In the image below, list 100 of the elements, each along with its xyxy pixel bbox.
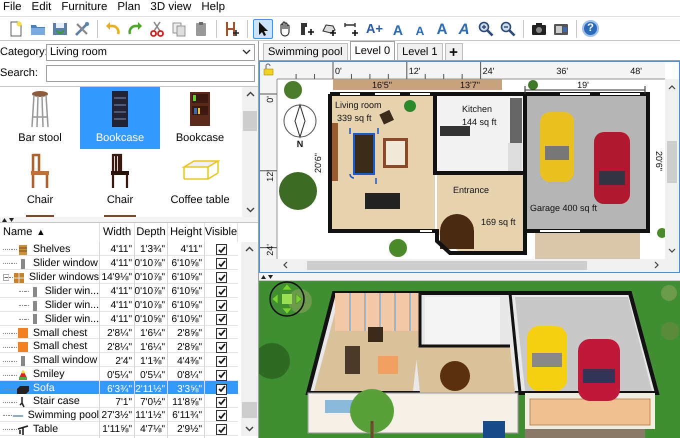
table-cell: 14'9⅛" — [100, 270, 135, 286]
table-cell: 1'1⅜" — [135, 353, 168, 370]
ruler-label: 24' — [265, 244, 275, 256]
visible-checkbox[interactable] — [216, 370, 227, 381]
catalog-item[interactable]: Bookcase — [160, 87, 240, 149]
visible-checkbox[interactable] — [216, 342, 227, 353]
zoom-in-button[interactable] — [476, 18, 496, 38]
table-row[interactable]: Table 1'11⅝" 4'7⅛" 2'9½" — [0, 422, 238, 436]
add-level-tab[interactable]: + — [444, 43, 463, 60]
chest-icon — [17, 327, 29, 340]
menu-item[interactable]: Help — [201, 2, 225, 14]
vertical-scrollbar[interactable] — [665, 79, 679, 259]
italic-button[interactable]: A — [454, 18, 474, 38]
collapse-icon[interactable] — [3, 273, 10, 282]
compass-label: N — [296, 139, 304, 149]
sofa-selection[interactable] — [349, 127, 379, 185]
scroll-down-icon[interactable] — [246, 207, 254, 213]
table-cell: 6'10⅝" — [168, 312, 205, 328]
scroll-up-icon[interactable] — [246, 91, 254, 97]
navigation-arrows-icon[interactable] — [269, 281, 305, 317]
visible-checkbox[interactable] — [216, 424, 227, 436]
menu-item[interactable]: Furniture — [61, 2, 108, 14]
table-cell: 4'4⅜" — [168, 353, 205, 370]
decrease-text-size-button[interactable]: A — [410, 18, 430, 38]
menu-item[interactable]: Edit — [32, 2, 52, 14]
table-row[interactable]: Slider win... 4'11" 0'10⅞" 6'10⅝" — [0, 298, 238, 312]
new-document-icon — [8, 20, 24, 36]
table-row[interactable]: Small window 2'4" 1'1⅜" 4'4⅜" — [0, 353, 238, 368]
table-row[interactable]: Swimming pool 27'3½" 11'1½" 6'11¾" — [0, 408, 238, 422]
table-cell: 27'3½" — [100, 408, 135, 424]
undo-icon — [105, 20, 121, 36]
table-cell: 4'11" — [100, 256, 135, 272]
room-area: 339 sq ft — [337, 113, 372, 123]
table-cell-text: Small chest — [33, 339, 88, 354]
scroll-thumb[interactable] — [243, 111, 257, 131]
paste-icon — [193, 20, 209, 36]
visible-checkbox[interactable] — [216, 272, 227, 284]
lock-icon[interactable] — [264, 64, 274, 76]
catalog-item[interactable]: Chair — [0, 149, 80, 211]
select-mode-button[interactable] — [253, 18, 273, 38]
compass-icon — [284, 103, 316, 139]
visible-checkbox[interactable] — [216, 244, 227, 256]
splitter-arrows-icon[interactable] — [261, 274, 275, 279]
table-row[interactable]: Stair case 7'1" 7'0½" 11'8⅝" — [0, 394, 238, 408]
visible-checkbox[interactable] — [216, 300, 227, 312]
search-field[interactable] — [46, 64, 255, 82]
table-cell-text: Small window — [33, 353, 98, 368]
menu-item[interactable]: 3D view — [150, 2, 192, 14]
table-cell: 2'9½" — [168, 422, 205, 438]
table-cell: 1'6¼" — [135, 326, 168, 342]
column-header[interactable]: Width — [100, 223, 135, 242]
scroll-up-icon[interactable] — [245, 246, 254, 252]
level-tab[interactable]: Swimming pool — [263, 43, 348, 60]
visible-checkbox[interactable] — [216, 384, 227, 395]
level-tab[interactable]: Level 0 — [350, 41, 396, 60]
visible-checkbox[interactable] — [216, 314, 227, 325]
table-row[interactable]: Shelves 4'11" 1'3¾" 4'11" — [0, 242, 238, 256]
increase-text-size-button[interactable]: A — [388, 18, 408, 38]
table-cell: 6'3¾" — [100, 381, 135, 397]
catalog-item[interactable]: Bar stool — [0, 87, 80, 149]
table-row[interactable]: Slider windows 14'9⅛" 0'10⅞" 6'10⅝" — [0, 270, 238, 284]
column-header[interactable]: Visible — [205, 223, 238, 242]
splitter-arrows-icon[interactable] — [2, 217, 16, 222]
visible-checkbox[interactable] — [216, 410, 227, 422]
menu-item[interactable]: File — [3, 2, 22, 14]
help-button[interactable]: ? — [582, 20, 599, 37]
bold-button[interactable]: A — [432, 18, 452, 38]
table-row[interactable]: Small chest 2'8¼" 1'6¼" 2'8⅝" — [0, 339, 238, 354]
table-row[interactable]: Small chest 2'8¼" 1'6¼" 2'8⅝" — [0, 326, 238, 340]
zoom-out-button[interactable] — [498, 18, 518, 38]
catalog-scrollbar[interactable] — [242, 87, 258, 217]
visible-checkbox[interactable] — [216, 286, 227, 298]
table-scrollbar[interactable] — [241, 242, 258, 436]
level-tab[interactable]: Level 1 — [397, 43, 443, 60]
table-cell: 0'10⅞" — [135, 298, 168, 314]
column-header[interactable]: Depth — [135, 223, 168, 242]
table-cell-text: Table — [33, 422, 58, 437]
menu-item[interactable]: Plan — [117, 2, 140, 14]
table-cell: 6'10⅝" — [168, 270, 205, 286]
column-header[interactable]: Height — [168, 223, 205, 242]
visible-checkbox[interactable] — [216, 258, 227, 270]
table-row[interactable]: Slider win... 4'11" 0'10⅝" 6'10⅝" — [0, 312, 238, 326]
category-dropdown[interactable]: Living room — [46, 44, 255, 60]
catalog-item[interactable]: Coffee table — [160, 149, 240, 211]
table-row[interactable]: Slider window 4'11" 0'10⅞" 6'10⅝" — [0, 256, 238, 270]
add-text-button[interactable]: A+ — [363, 18, 386, 38]
scroll-down-icon[interactable] — [245, 426, 254, 432]
table-cell: 6'10⅝" — [168, 298, 205, 314]
visible-checkbox[interactable] — [216, 328, 227, 339]
visible-checkbox[interactable] — [216, 356, 227, 367]
table-cell: 6'10⅝" — [168, 284, 205, 300]
dimension-label: 20'6" — [313, 153, 323, 173]
visible-checkbox[interactable] — [216, 396, 227, 408]
zoom-out-icon — [500, 20, 516, 36]
table-row[interactable]: Slider win... 4'11" 0'10⅞" 6'10⅝" — [0, 284, 238, 298]
table-cell: 1'6¼" — [135, 339, 168, 356]
horizontal-scrollbar[interactable] — [260, 259, 679, 272]
catalog-item[interactable]: Chair — [80, 149, 160, 211]
dimension-label: 19' — [577, 80, 589, 90]
scroll-thumb[interactable] — [242, 402, 257, 418]
